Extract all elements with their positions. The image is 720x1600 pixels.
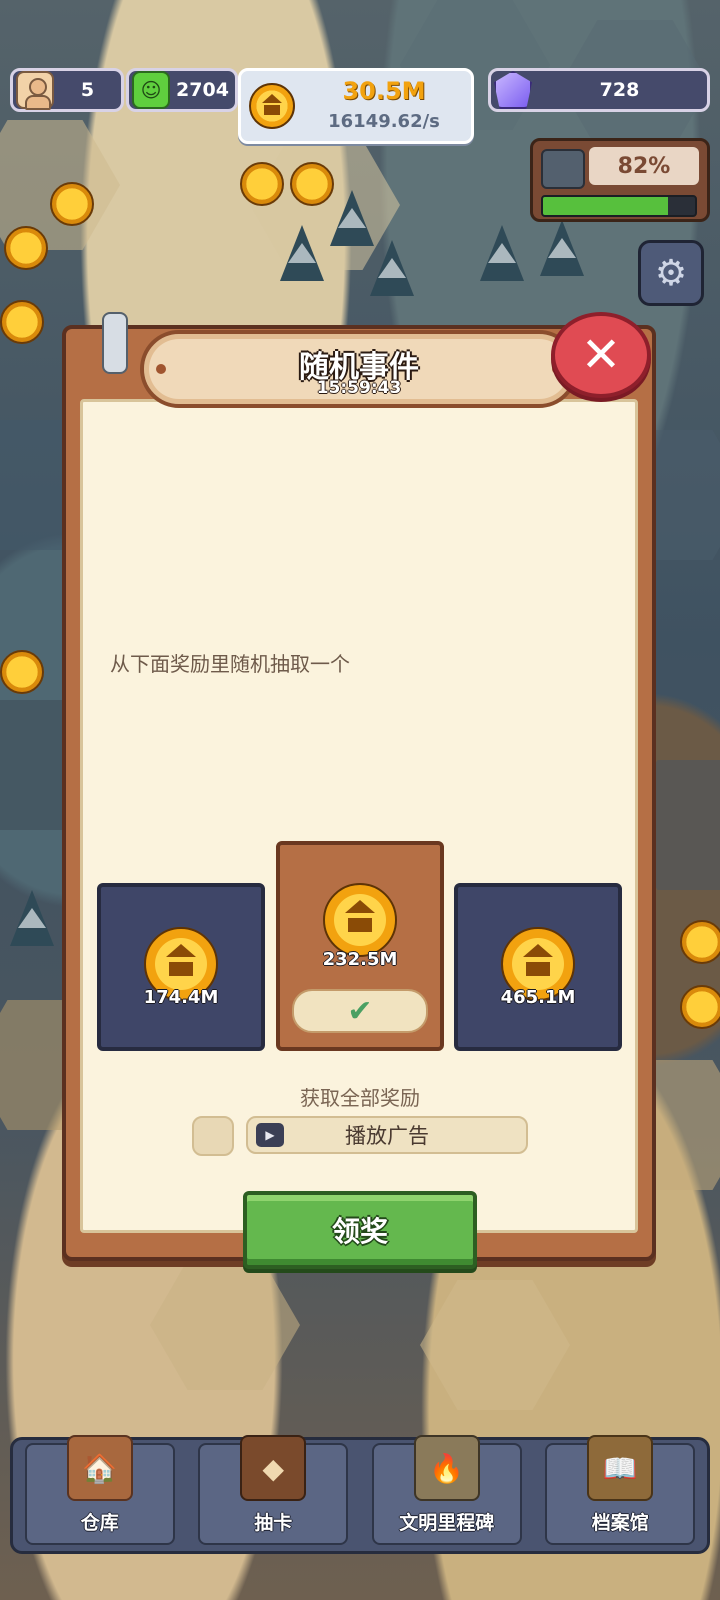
reward-card-left[interactable]: 174.4M [97, 883, 265, 1051]
reward-card-right[interactable]: 465.1M [454, 883, 622, 1051]
nav-label: 文明里程碑 [399, 1512, 495, 1534]
happy-face-icon: ☺ [132, 71, 170, 109]
nav-item-warehouse[interactable]: 🏠 仓库 [24, 1435, 175, 1545]
nav-item-archive[interactable]: 📖 档案馆 [545, 1435, 696, 1545]
nav-label: 档案馆 [591, 1512, 649, 1534]
ad-option-toggle[interactable] [192, 1116, 234, 1156]
happiness-counter[interactable]: ☺ 2704 [126, 68, 238, 112]
claim-reward-button[interactable]: 领奖 [243, 1191, 477, 1269]
reward-amount: 174.4M [143, 987, 219, 1008]
population-value: 5 [80, 79, 95, 101]
nav-label: 仓库 [80, 1512, 119, 1534]
warehouse-icon: 🏠 [66, 1435, 133, 1501]
get-all-rewards-label: 获取全部奖励 [300, 1086, 420, 1110]
archive-icon: 📖 [587, 1435, 654, 1501]
population-icon [16, 71, 54, 110]
event-timer: 15:59:43 [316, 378, 402, 398]
reward-card-center[interactable]: 232.5M ✔ [276, 841, 444, 1051]
reward-amount: 465.1M [500, 987, 576, 1008]
nav-item-milestone[interactable]: 🔥 文明里程碑 [371, 1435, 522, 1545]
monster-mask-icon [541, 149, 585, 189]
milestone-icon: 🔥 [413, 1435, 480, 1501]
pin-icon [102, 312, 128, 374]
card-draw-icon: ◆ [240, 1435, 307, 1501]
selected-checkmark-icon: ✔ [292, 989, 428, 1033]
reward-amount: 232.5M [322, 949, 398, 970]
gold-counter[interactable]: 30.5M 16149.62/s [238, 68, 474, 144]
population-counter[interactable]: 5 [10, 68, 124, 112]
threat-meter[interactable]: 82% [530, 138, 710, 222]
gold-coin-icon [249, 83, 295, 129]
nav-item-card-draw[interactable]: ◆ 抽卡 [198, 1435, 349, 1545]
close-button[interactable]: ✕ [551, 312, 651, 398]
event-description: 从下面奖励里随机抽取一个 [110, 652, 350, 676]
nav-label: 抽卡 [254, 1512, 293, 1534]
gem-icon [494, 71, 532, 109]
gold-amount: 30.5M [342, 77, 426, 105]
threat-percent: 82% [589, 147, 699, 185]
video-play-icon: ▶ [256, 1123, 284, 1147]
dialog-title-plate: 随机事件 15:59:43 [140, 330, 578, 408]
bottom-nav: 🏠 仓库 ◆ 抽卡 🔥 文明里程碑 📖 档案馆 [10, 1435, 710, 1554]
gem-value: 728 [599, 79, 640, 101]
gold-coin-icon [323, 883, 397, 957]
watch-ad-label: 播放广告 [345, 1124, 429, 1148]
close-icon: ✕ [580, 327, 622, 383]
watch-ad-button[interactable]: ▶ 播放广告 [246, 1116, 528, 1154]
happiness-value: 2704 [176, 79, 229, 101]
gold-rate: 16149.62/s [328, 111, 440, 132]
gem-counter[interactable]: 728 [488, 68, 710, 112]
threat-progress-fill [543, 197, 668, 215]
settings-gear-icon[interactable]: ⚙ [638, 240, 704, 306]
threat-progress-bar [541, 195, 697, 217]
